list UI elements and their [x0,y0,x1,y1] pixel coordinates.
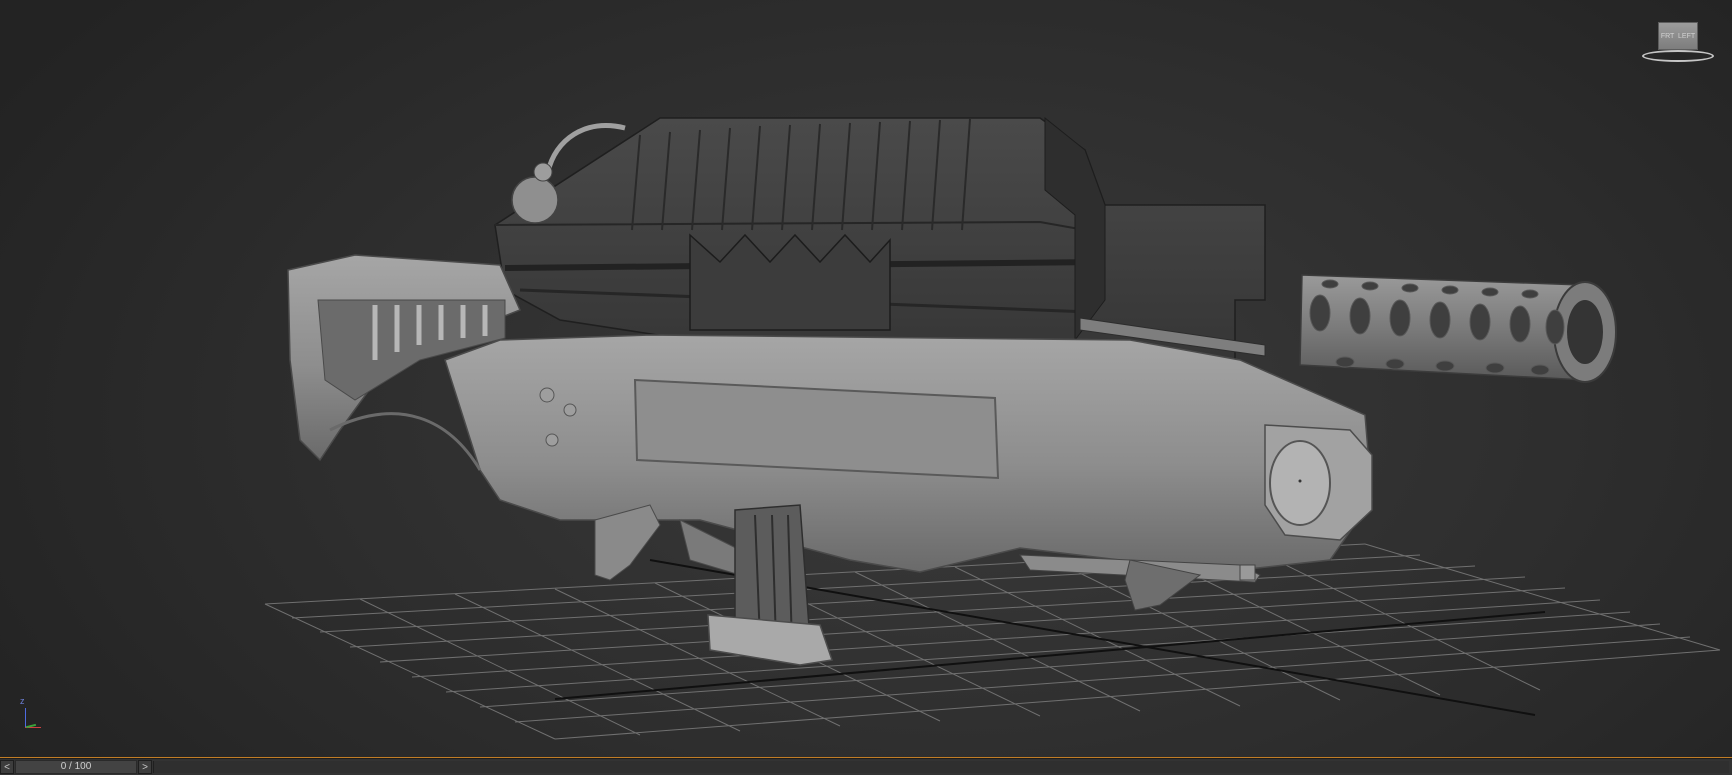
viewcube[interactable]: FRT LEFT [1636,18,1722,66]
perspective-viewport[interactable]: FRT LEFT z [0,0,1732,757]
axis-z-line [25,708,26,728]
axis-z-label: z [20,696,25,706]
previous-frame-button[interactable]: < [0,760,14,774]
viewcube-face[interactable]: FRT LEFT [1658,22,1698,50]
barrel-shroud [1299,274,1617,383]
viewcube-face-right-label: LEFT [1678,32,1696,40]
axis-tripod-icon: z [18,696,54,736]
lower-body [329,334,1373,573]
time-slider-bar[interactable]: < 0 / 100 > [0,758,1732,775]
timeline-track[interactable] [153,761,1729,773]
viewcube-face-left-label: FRT [1660,32,1675,40]
viewcube-compass-ring[interactable] [1642,50,1714,62]
time-slider[interactable]: 0 / 100 [15,760,137,774]
next-frame-button[interactable]: > [138,760,152,774]
scene-canvas[interactable] [0,0,1732,757]
home-grid [264,543,1721,740]
